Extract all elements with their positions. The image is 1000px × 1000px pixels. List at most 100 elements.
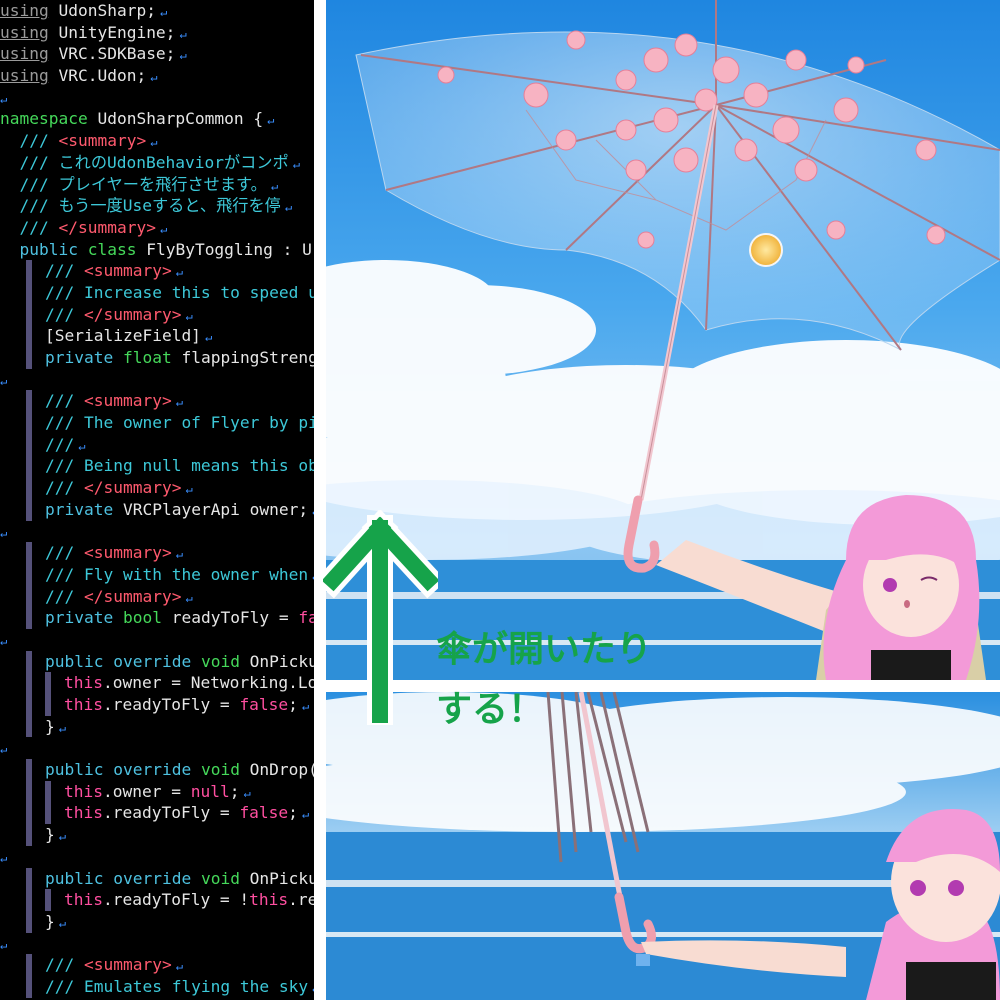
code-token: /// xyxy=(45,586,84,606)
code-token: UdonSharp; xyxy=(48,1,156,20)
code-line: this.readyToFly = !this.re↵ xyxy=(0,889,314,911)
line-end-marker: ↵ xyxy=(301,807,310,822)
code-token: /// Increase this to speed u xyxy=(45,282,314,302)
line-end-marker: ↵ xyxy=(267,113,275,128)
code-token: FlyByToggling : U xyxy=(136,239,312,259)
code-line: /// これのUdonBehaviorがコンポ ↵ xyxy=(0,152,314,174)
indent-guide xyxy=(45,889,51,911)
code-token: <summary> xyxy=(83,261,172,281)
indent-guide xyxy=(26,650,32,673)
line-end-marker: ↵ xyxy=(204,330,213,345)
code-text[interactable]: using UdonSharp; ↵ using UnityEngine; ↵ usin… xyxy=(0,0,314,998)
code-token: fa xyxy=(298,608,314,628)
code-token: <summary> xyxy=(83,391,172,411)
code-line: public override void OnDrop(↵ xyxy=(0,759,314,781)
code-line: this.owner = Networking.Lo↵ xyxy=(0,672,314,694)
indent-guide xyxy=(45,802,51,825)
code-token: public xyxy=(45,868,104,888)
line-end-marker: ↵ xyxy=(0,91,8,106)
code-line: /// <summary> ↵ xyxy=(0,260,314,282)
line-end-marker: ↵ xyxy=(0,633,8,648)
code-token: override xyxy=(113,651,192,671)
code-line: ↵ xyxy=(0,629,314,651)
line-end-marker: ↵ xyxy=(270,178,279,193)
code-line: ↵ xyxy=(0,87,314,109)
indent-guide xyxy=(26,412,32,434)
code-token: /// もう一度Useすると、飛行を停 xyxy=(19,196,281,216)
code-token: .readyToFly = xyxy=(102,803,240,823)
scene-umbrella-closed xyxy=(326,692,1000,1000)
indent-guide xyxy=(26,260,32,282)
code-line: using VRC.Udon; ↵ xyxy=(0,65,314,87)
code-token: private xyxy=(45,608,114,628)
code-token: /// xyxy=(45,304,84,324)
line-end-marker: ↵ xyxy=(58,915,66,930)
code-token: void xyxy=(200,868,240,888)
code-line: /// Emulates flying the sky↵ xyxy=(0,975,314,998)
code-token: <summary> xyxy=(83,955,172,975)
line-end-marker: ↵ xyxy=(0,742,8,757)
code-token: this xyxy=(64,673,103,693)
code-line: /// </summary> ↵ xyxy=(0,585,314,608)
code-token: /// xyxy=(45,261,84,281)
indent-guide xyxy=(26,824,32,846)
indent-guide xyxy=(26,347,32,369)
code-line: /// The owner of Flyer by pi↵ xyxy=(0,412,314,434)
line-end-marker: ↵ xyxy=(58,720,66,735)
code-line: ↵ xyxy=(0,369,314,391)
code-token: null xyxy=(190,781,230,801)
indent-guide xyxy=(26,802,32,825)
indent-guide xyxy=(26,672,32,694)
code-token: /// xyxy=(45,434,75,454)
code-token: /// Fly with the owner when xyxy=(45,564,309,584)
code-line: /// </summary> ↵ xyxy=(0,217,314,239)
code-line: using UnityEngine; ↵ xyxy=(0,22,314,44)
code-token: override xyxy=(113,760,192,780)
code-token: namespace xyxy=(0,109,88,129)
code-token: void xyxy=(200,651,240,671)
caption-line-1: 傘が開いたり xyxy=(436,629,653,670)
code-editor[interactable]: using UdonSharp; ↵ using UnityEngine; ↵ usin… xyxy=(0,0,314,1000)
code-line: /// </summary> ↵ xyxy=(0,477,314,499)
code-line: } ↵ xyxy=(0,910,314,933)
code-line: /// <summary> ↵ xyxy=(0,954,314,976)
code-line: public class FlyByToggling : U↵ xyxy=(0,239,314,261)
code-token: /// The owner of Flyer by pi xyxy=(45,413,314,433)
code-token: VRC.SDKBase; xyxy=(48,44,176,64)
indent-guide xyxy=(26,910,32,933)
code-token: private xyxy=(45,499,114,519)
line-end-marker: ↵ xyxy=(0,937,8,952)
code-token: .readyToFly = xyxy=(102,695,240,714)
line-end-marker: ↵ xyxy=(175,959,183,974)
indent-guide xyxy=(26,975,32,998)
code-token: OnPicku xyxy=(239,868,314,888)
code-token: bool xyxy=(122,608,162,628)
code-token: float xyxy=(122,348,172,367)
indent-guide xyxy=(26,954,32,976)
code-token: </summary> xyxy=(83,586,182,606)
line-end-marker: ↵ xyxy=(0,373,8,388)
code-line: public override void OnPicku↵ xyxy=(0,867,314,890)
code-token: this xyxy=(249,890,289,910)
code-token: VRC.Udon; xyxy=(48,66,147,86)
code-token: /// これのUdonBehaviorがコンポ xyxy=(19,152,289,172)
code-token: .owner = Networking.Lo xyxy=(102,673,314,693)
line-end-marker: ↵ xyxy=(175,547,183,562)
code-token: ; xyxy=(288,803,298,823)
panel-gap xyxy=(314,0,326,1000)
code-line: ↵ xyxy=(0,933,314,955)
code-line: private float flappingStreng↵ xyxy=(0,347,314,369)
indent-guide xyxy=(26,281,32,304)
code-token: /// xyxy=(19,131,59,151)
indent-guide xyxy=(45,694,51,716)
line-end-marker: ↵ xyxy=(179,26,187,41)
line-end-marker: ↵ xyxy=(179,48,187,63)
code-line: using UdonSharp; ↵ xyxy=(0,0,314,22)
